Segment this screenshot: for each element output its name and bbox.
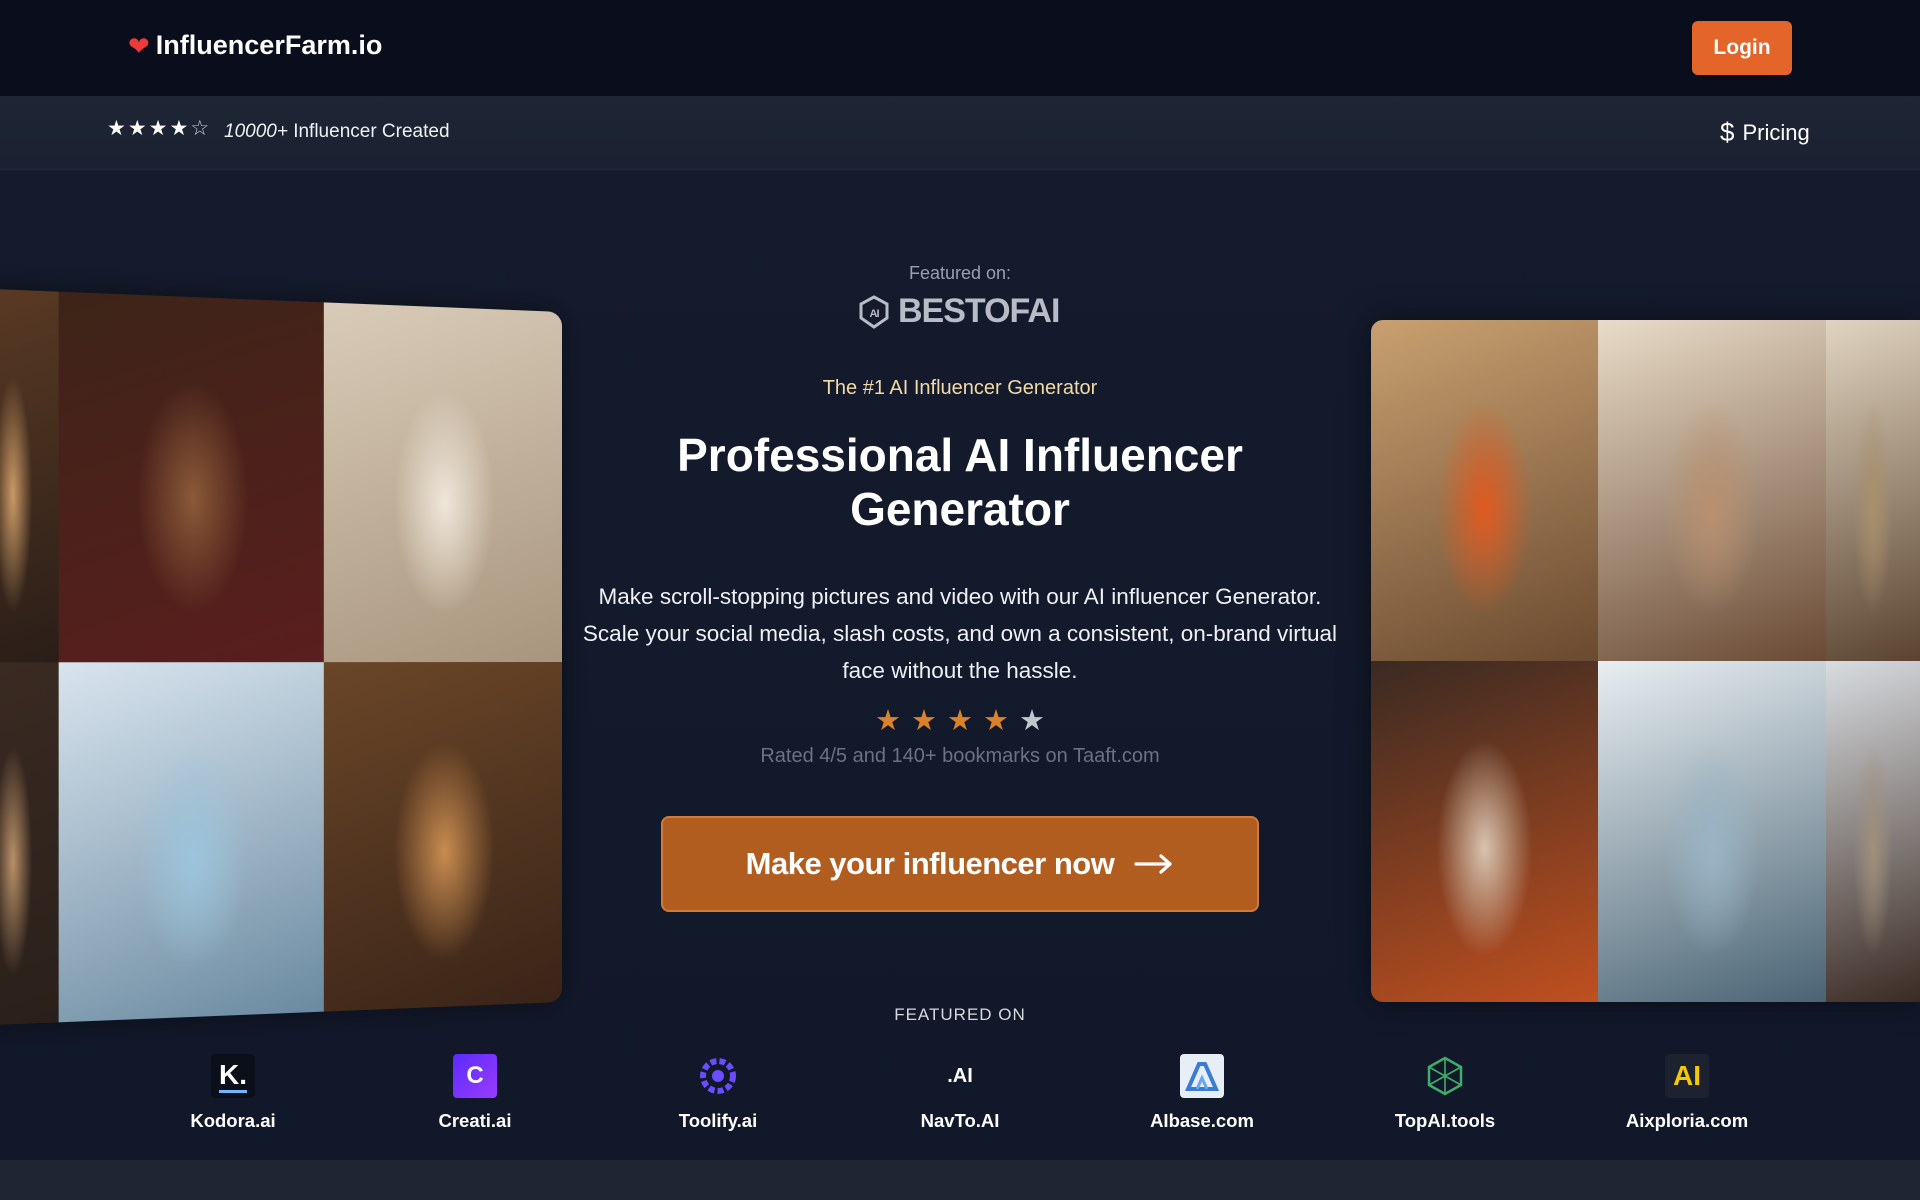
partner-name: TopAI.tools — [1355, 1110, 1535, 1132]
partner-creati-ai[interactable]: C Creati.ai — [385, 1054, 565, 1132]
photo-woman-jet-partial — [1826, 320, 1920, 661]
star-filled-icon: ★ — [983, 707, 1009, 736]
partner-name: NavTo.AI — [870, 1110, 1050, 1132]
heart-icon: ❤ — [128, 33, 150, 59]
pricing-label: Pricing — [1742, 120, 1809, 146]
star-filled-icon: ★ — [947, 707, 973, 736]
star-filled-icon: ★ — [169, 118, 188, 139]
topai-icon — [1423, 1054, 1467, 1098]
star-filled-icon: ★ — [149, 118, 168, 139]
influencer-count-label: Influencer Created — [288, 121, 450, 142]
photo-man-private-jet — [1598, 320, 1826, 661]
featured-on-label: Featured on: — [0, 263, 1920, 284]
partner-name: Kodora.ai — [143, 1110, 323, 1132]
partner-topai-tools[interactable]: TopAI.tools — [1355, 1054, 1535, 1132]
login-button[interactable]: Login — [1692, 21, 1792, 75]
dollar-icon: $ — [1720, 117, 1734, 148]
aixploria-icon: AI — [1665, 1054, 1709, 1098]
brand-logo-link[interactable]: ❤ InfluencerFarm.io — [128, 30, 382, 61]
hero-headline: Professional AI Influencer Generator — [610, 428, 1310, 536]
photo-woman-bed — [324, 302, 562, 662]
partner-navto-ai[interactable]: .AI NavTo.AI — [870, 1054, 1050, 1132]
footer-strip — [0, 1160, 1920, 1200]
partner-logo-mark: K. — [219, 1060, 247, 1093]
partner-logo-mark: C — [466, 1062, 483, 1090]
kodora-icon: K. — [211, 1054, 255, 1098]
star-filled-icon: ★ — [107, 118, 126, 139]
toolify-icon — [696, 1054, 740, 1098]
arrow-right-icon — [1134, 853, 1174, 875]
hero-description: Make scroll-stopping pictures and video … — [580, 578, 1340, 689]
partner-aixploria-com[interactable]: AI Aixploria.com — [1597, 1054, 1777, 1132]
pricing-link[interactable]: $ Pricing — [1720, 117, 1810, 148]
star-filled-icon: ★ — [911, 707, 937, 736]
star-filled-icon: ★ — [128, 118, 147, 139]
partner-name: AIbase.com — [1112, 1110, 1292, 1132]
aibase-icon — [1180, 1054, 1224, 1098]
tagline: The #1 AI Influencer Generator — [0, 377, 1920, 400]
svg-text:AI: AI — [870, 308, 880, 320]
gallery-right — [1371, 320, 1920, 1002]
influencer-count: 10000+ Influencer Created — [224, 121, 450, 143]
star-empty-icon: ☆ — [190, 118, 209, 139]
photo-woman-balcony — [0, 288, 59, 662]
partner-logo-mark: AI — [1673, 1060, 1701, 1092]
partner-aibase-com[interactable]: AIbase.com — [1112, 1054, 1292, 1132]
photo-woman-orange-coat — [1371, 320, 1598, 661]
influencer-count-number: 10000+ — [224, 121, 288, 142]
creati-icon: C — [453, 1054, 497, 1098]
partner-name: Toolify.ai — [628, 1110, 808, 1132]
bestofai-badge-link[interactable]: AI BESTOFAI — [858, 292, 1059, 331]
bestofai-wordmark: BESTOFAI — [898, 292, 1059, 331]
make-influencer-button[interactable]: Make your influencer now — [661, 816, 1259, 912]
bestofai-shield-icon: AI — [858, 295, 890, 329]
photo-woman-black-gown — [59, 292, 324, 663]
partner-logos: K. Kodora.ai C Creati.ai Toolify.ai .AI NavTo.… — [0, 1054, 1920, 1140]
partner-name: Aixploria.com — [1597, 1110, 1777, 1132]
rating-stars-small: ★ ★ ★ ★ ☆ — [107, 118, 209, 139]
cta-label: Make your influencer now — [746, 846, 1115, 882]
star-filled-icon: ★ — [875, 707, 901, 736]
navto-icon: .AI — [938, 1054, 982, 1098]
partner-logo-mark: .AI — [947, 1065, 973, 1088]
star-empty-icon: ★ — [1019, 707, 1045, 736]
featured-on-heading: FEATURED ON — [0, 1005, 1920, 1025]
partner-toolify-ai[interactable]: Toolify.ai — [628, 1054, 808, 1132]
partner-name: Creati.ai — [385, 1110, 565, 1132]
partner-kodora-ai[interactable]: K. Kodora.ai — [143, 1054, 323, 1132]
rating-stars: ★ ★ ★ ★ ★ — [0, 707, 1920, 736]
brand-name: InfluencerFarm.io — [156, 30, 383, 61]
rating-text: Rated 4/5 and 140+ bookmarks on Taaft.co… — [0, 745, 1920, 768]
